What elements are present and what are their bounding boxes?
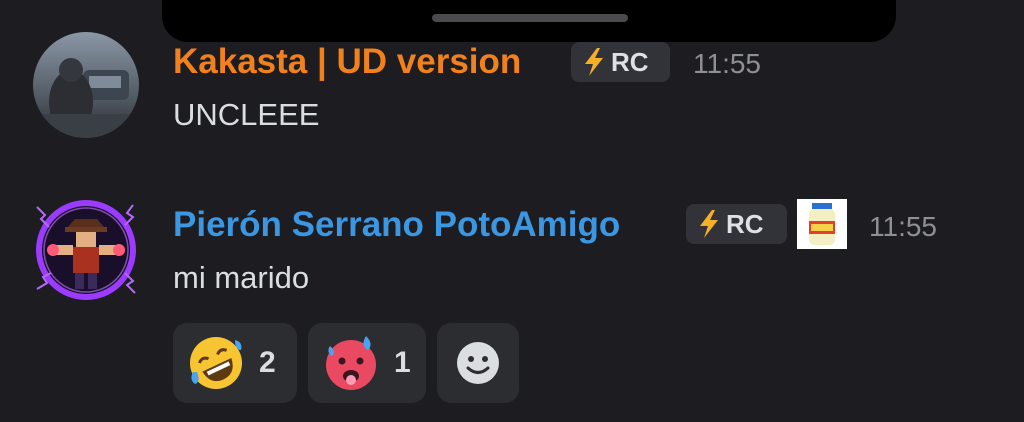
add-reaction-button[interactable]: [437, 323, 519, 403]
rolling-laughing-emoji-icon: [190, 337, 242, 389]
reaction-hot-face[interactable]: 1: [308, 323, 426, 403]
message-text: mi marido: [173, 260, 310, 295]
timestamp: 11:55: [869, 211, 937, 242]
avatar[interactable]: [33, 197, 139, 303]
smiley-add-reaction-icon: [457, 342, 499, 384]
hot-face-emoji-icon: [326, 336, 376, 390]
reaction-count: 1: [394, 346, 411, 379]
phone-notch: [162, 0, 896, 42]
reaction-count: 2: [259, 346, 276, 379]
drag-handle[interactable]: [432, 14, 628, 22]
avatar[interactable]: [33, 32, 139, 138]
role-badge[interactable]: RC: [686, 204, 787, 244]
lightning-icon: [700, 210, 718, 238]
message-text: UNCLEEE: [173, 97, 320, 132]
reaction-laughing[interactable]: 2: [173, 323, 297, 403]
timestamp: 11:55: [693, 48, 761, 79]
badge-label: RC: [611, 46, 649, 77]
role-badge[interactable]: RC: [571, 42, 670, 82]
lightning-icon: [585, 48, 603, 76]
author-name[interactable]: Kakasta | UD version: [173, 42, 521, 82]
author-name[interactable]: Pierón Serrano PotoAmigo: [173, 205, 620, 245]
badge-label: RC: [726, 208, 764, 239]
mayonnaise-jar-icon[interactable]: [797, 199, 847, 249]
